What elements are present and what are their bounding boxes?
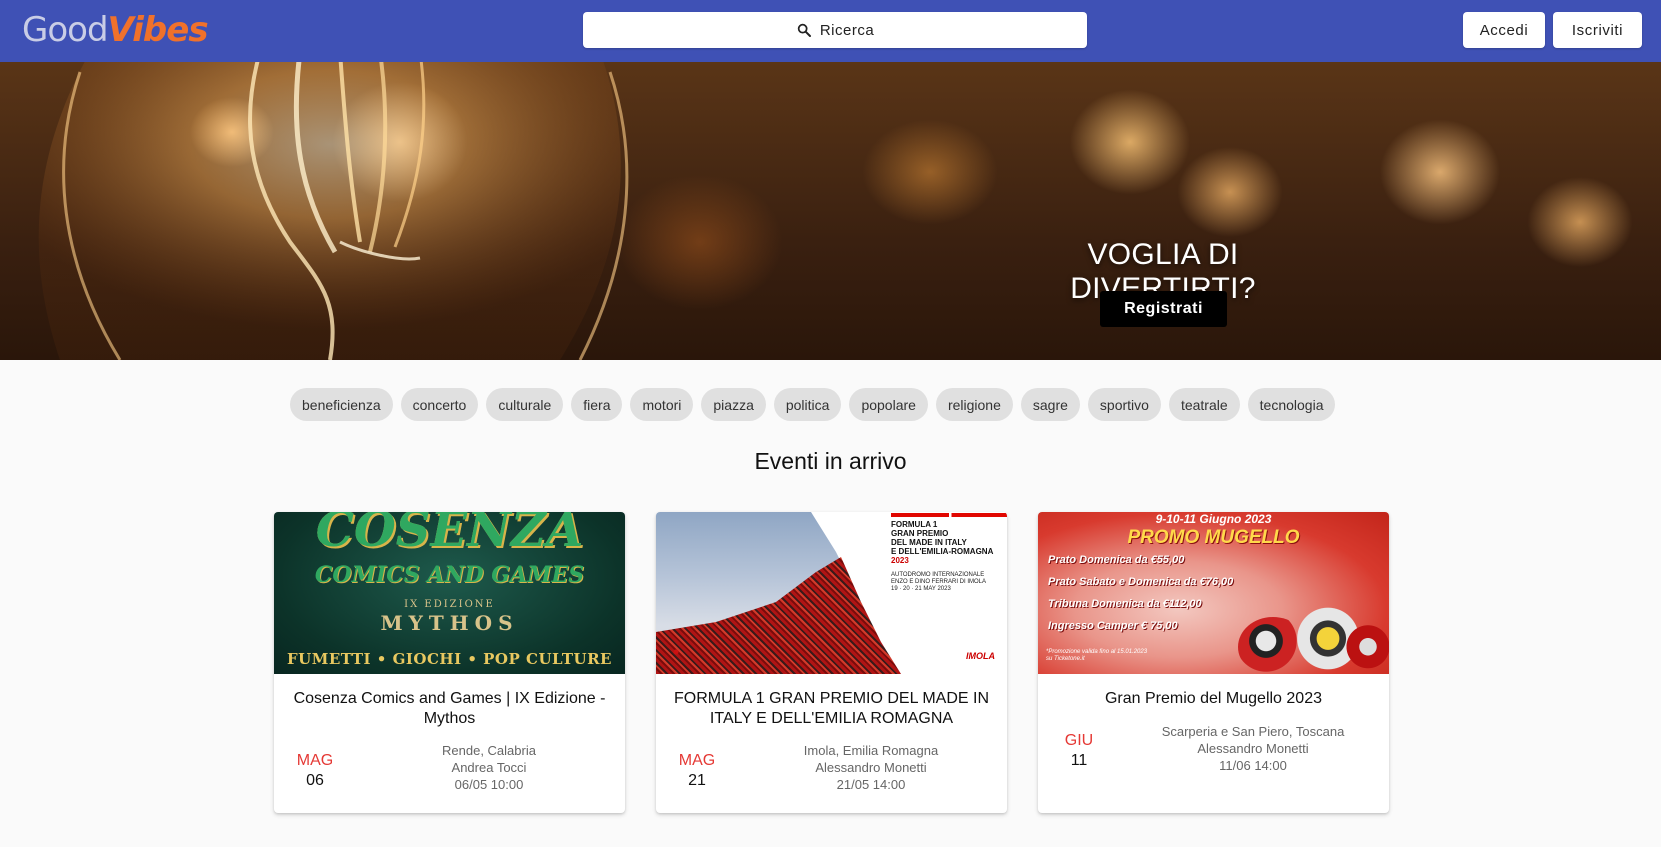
event-day: 11: [1070, 752, 1088, 769]
event-image: 9-10-11 Giugno 2023 PROMO MUGELLO Prato …: [1038, 512, 1389, 674]
event-date: MAG 06: [285, 751, 345, 791]
event-card[interactable]: 9-10-11 Giugno 2023 PROMO MUGELLO Prato …: [1038, 512, 1389, 813]
chip-fiera[interactable]: fiera: [571, 388, 623, 421]
poster-venue-2: ENZO E DINO FERRARI DI IMOLA: [891, 579, 987, 585]
chip-concerto[interactable]: concerto: [400, 388, 479, 421]
event-image: COSENZA COMICS AND GAMES IX EDIZIONE MYT…: [274, 512, 625, 674]
hero-banner: VOGLIA DI DIVERTIRTI? Registrati: [0, 62, 1661, 360]
poster-venue-1: AUTODROMO INTERNAZIONALE: [891, 572, 985, 578]
event-location: Scarperia e San Piero, Toscana: [1161, 724, 1345, 739]
poster-line: Prato Sabato e Domenica da €76,00: [1048, 576, 1234, 588]
chip-teatrale[interactable]: teatrale: [1168, 388, 1240, 421]
event-card[interactable]: FORMULA 1 GRAN PREMIO DEL MADE IN ITALY …: [656, 512, 1007, 813]
event-info: Imola, Emilia Romagna Alessandro Monetti…: [751, 742, 991, 793]
event-datetime: 06/05 10:00: [454, 777, 524, 792]
section-title: Eventi in arrivo: [754, 448, 907, 474]
chip-sagre[interactable]: sagre: [1020, 388, 1080, 421]
event-month: MAG: [678, 752, 716, 769]
hero-lightbulb-image: [38, 62, 629, 360]
chip-beneficienza[interactable]: beneficienza: [290, 388, 393, 421]
poster-headline-4: E DELL'EMILIA-ROMAGNA: [891, 547, 994, 556]
poster-line: Tribuna Domenica da €112,00: [1048, 598, 1202, 610]
register-button[interactable]: Registrati: [1100, 291, 1227, 327]
poster-brand: IMOLA: [966, 651, 995, 661]
event-card[interactable]: COSENZA COMICS AND GAMES IX EDIZIONE MYT…: [274, 512, 625, 813]
poster-headline-3: DEL MADE IN ITALY: [891, 538, 967, 547]
poster-year: 2023: [891, 556, 909, 565]
poster-venue: AUTODROMO INTERNAZIONALE ENZO E DINO FER…: [891, 572, 986, 593]
chip-sportivo[interactable]: sportivo: [1087, 388, 1161, 421]
event-date: MAG 21: [667, 751, 727, 791]
event-datetime: 11/06 14:00: [1219, 758, 1287, 773]
event-info: Scarperia e San Piero, Toscana Alessandr…: [1133, 723, 1373, 774]
poster-dates: 9-10-11 Giugno 2023: [1155, 512, 1272, 526]
search-icon: [797, 23, 811, 37]
event-image: FORMULA 1 GRAN PREMIO DEL MADE IN ITALY …: [656, 512, 1007, 674]
top-app-bar: GoodVibes Ricerca Accedi Iscriviti: [0, 0, 1661, 62]
poster-note-1: *Promozione valida fino al 15.01.2023: [1046, 649, 1148, 655]
event-organizer: Alessandro Monetti: [815, 760, 927, 775]
poster-tagline: FUMETTI • GIOCHI • POP CULTURE: [287, 650, 612, 668]
poster-headline: FORMULA 1 GRAN PREMIO DEL MADE IN ITALY …: [891, 520, 993, 565]
event-title: Cosenza Comics and Games | IX Edizione -…: [293, 690, 606, 727]
event-info: Rende, Calabria Andrea Tocci 06/05 10:00: [369, 742, 609, 793]
logo-good: Good: [22, 10, 109, 50]
chip-piazza[interactable]: piazza: [701, 388, 766, 421]
logo-vibes: Vibes: [107, 10, 209, 50]
poster-rider-image: [1338, 622, 1389, 674]
poster-headline-1: FORMULA 1: [891, 520, 938, 529]
poster-note-2: su Ticketone.it: [1046, 656, 1085, 662]
search-label: Ricerca: [819, 21, 875, 39]
poster-subtitle: COMICS AND GAMES: [314, 562, 585, 588]
poster-title: COSENZA: [315, 512, 584, 558]
poster-f1-bar: [891, 513, 1007, 517]
category-chips: beneficienza concerto culturale fiera mo…: [290, 388, 1336, 421]
chip-motori[interactable]: motori: [630, 388, 694, 421]
event-day: 06: [306, 772, 324, 789]
event-organizer: Alessandro Monetti: [1197, 741, 1309, 756]
chip-culturale[interactable]: culturale: [486, 388, 564, 421]
signup-button[interactable]: Iscriviti: [1553, 12, 1642, 48]
chip-religione[interactable]: religione: [935, 388, 1013, 421]
poster-line: Ingresso Camper € 75,00: [1048, 620, 1178, 632]
poster-theme: MYTHOS: [380, 611, 519, 635]
poster-note: *Promozione valida fino al 15.01.2023 su…: [1046, 649, 1147, 663]
poster-headline-2: GRAN PREMIO: [891, 529, 949, 538]
event-title: Gran Premio del Mugello 2023: [1104, 690, 1322, 707]
event-datetime: 21/05 14:00: [836, 777, 906, 792]
event-month: MAG: [296, 752, 334, 769]
search-button[interactable]: Ricerca: [583, 12, 1087, 48]
poster-dates: 19 · 20 · 21 MAY 2023: [891, 586, 951, 592]
event-month: GIU: [1064, 732, 1094, 749]
event-date: GIU 11: [1049, 731, 1109, 771]
chip-tecnologia[interactable]: tecnologia: [1247, 388, 1336, 421]
event-organizer: Andrea Tocci: [451, 760, 527, 775]
poster-line: Prato Domenica da €55,00: [1048, 554, 1185, 566]
event-location: Imola, Emilia Romagna: [803, 743, 939, 758]
poster-edition: IX EDIZIONE: [404, 599, 495, 610]
poster-promo: PROMO MUGELLO: [1127, 527, 1300, 548]
chip-politica[interactable]: politica: [773, 388, 842, 421]
event-day: 21: [688, 772, 706, 789]
login-button[interactable]: Accedi: [1463, 12, 1545, 48]
logo[interactable]: GoodVibes: [22, 8, 209, 52]
event-title: FORMULA 1 GRAN PREMIO DEL MADE IN ITALY …: [673, 690, 989, 727]
chip-popolare[interactable]: popolare: [849, 388, 928, 421]
event-location: Rende, Calabria: [442, 743, 536, 758]
